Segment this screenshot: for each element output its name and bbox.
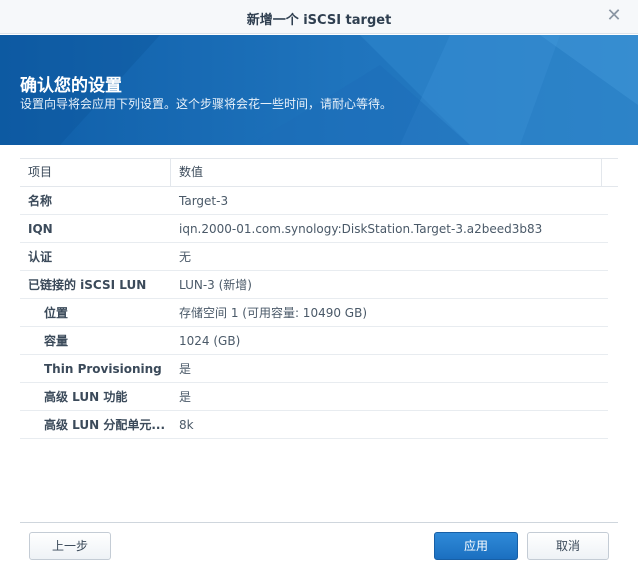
row-value: 是	[179, 362, 192, 376]
row-key: 高级 LUN 分配单元...	[44, 418, 166, 432]
row-value: iqn.2000-01.com.synology:DiskStation.Tar…	[179, 221, 543, 236]
row-value: 1024 (GB)	[179, 333, 241, 348]
row-key: 位置	[44, 306, 69, 320]
table-row[interactable]: 高级 LUN 功能 是	[20, 383, 608, 411]
dialog-footer: 上一步 应用 取消	[0, 523, 638, 567]
row-value: LUN-3 (新增)	[179, 278, 252, 292]
table-row[interactable]: 名称 Target-3	[20, 187, 608, 215]
column-header-value[interactable]: 数值	[171, 159, 602, 186]
settings-summary-grid: 项目 数值 名称 Target-3 IQN iqn.2000-01.com.sy…	[20, 158, 618, 523]
table-row[interactable]: 认证 无	[20, 243, 608, 271]
previous-button[interactable]: 上一步	[29, 532, 111, 560]
dialog-titlebar: 新增一个 iSCSI target ✕	[0, 0, 638, 34]
banner-heading: 确认您的设置	[20, 76, 122, 96]
table-row[interactable]: 已链接的 iSCSI LUN LUN-3 (新增)	[20, 271, 608, 299]
column-header-filler	[602, 159, 618, 186]
table-row[interactable]: 位置 存储空间 1 (可用容量: 10490 GB)	[20, 299, 608, 327]
banner-subheading: 设置向导将会应用下列设置。这个步骤将会花一些时间，请耐心等待。	[20, 97, 393, 111]
row-key: Thin Provisioning	[44, 361, 162, 376]
row-key: IQN	[28, 221, 53, 236]
table-row[interactable]: 容量 1024 (GB)	[20, 327, 608, 355]
table-row[interactable]: IQN iqn.2000-01.com.synology:DiskStation…	[20, 215, 608, 243]
apply-button[interactable]: 应用	[434, 532, 518, 560]
row-value: 无	[179, 250, 192, 264]
row-key: 高级 LUN 功能	[44, 390, 128, 404]
table-row[interactable]: 高级 LUN 分配单元... 8k	[20, 411, 608, 439]
dialog-title: 新增一个 iSCSI target	[246, 13, 392, 28]
row-key: 已链接的 iSCSI LUN	[28, 278, 147, 292]
row-key: 名称	[28, 194, 53, 208]
row-value: 8k	[179, 417, 194, 432]
column-header-item[interactable]: 项目	[20, 159, 171, 186]
wizard-banner: 确认您的设置 设置向导将会应用下列设置。这个步骤将会花一些时间，请耐心等待。	[0, 35, 638, 145]
row-value: 存储空间 1 (可用容量: 10490 GB)	[179, 306, 368, 320]
row-value: Target-3	[179, 193, 229, 208]
grid-header: 项目 数值	[20, 159, 618, 187]
row-value: 是	[179, 390, 192, 404]
close-icon[interactable]: ✕	[604, 6, 624, 26]
table-row[interactable]: Thin Provisioning 是	[20, 355, 608, 383]
row-key: 认证	[28, 250, 53, 264]
cancel-button[interactable]: 取消	[527, 532, 609, 560]
row-key: 容量	[44, 334, 69, 348]
